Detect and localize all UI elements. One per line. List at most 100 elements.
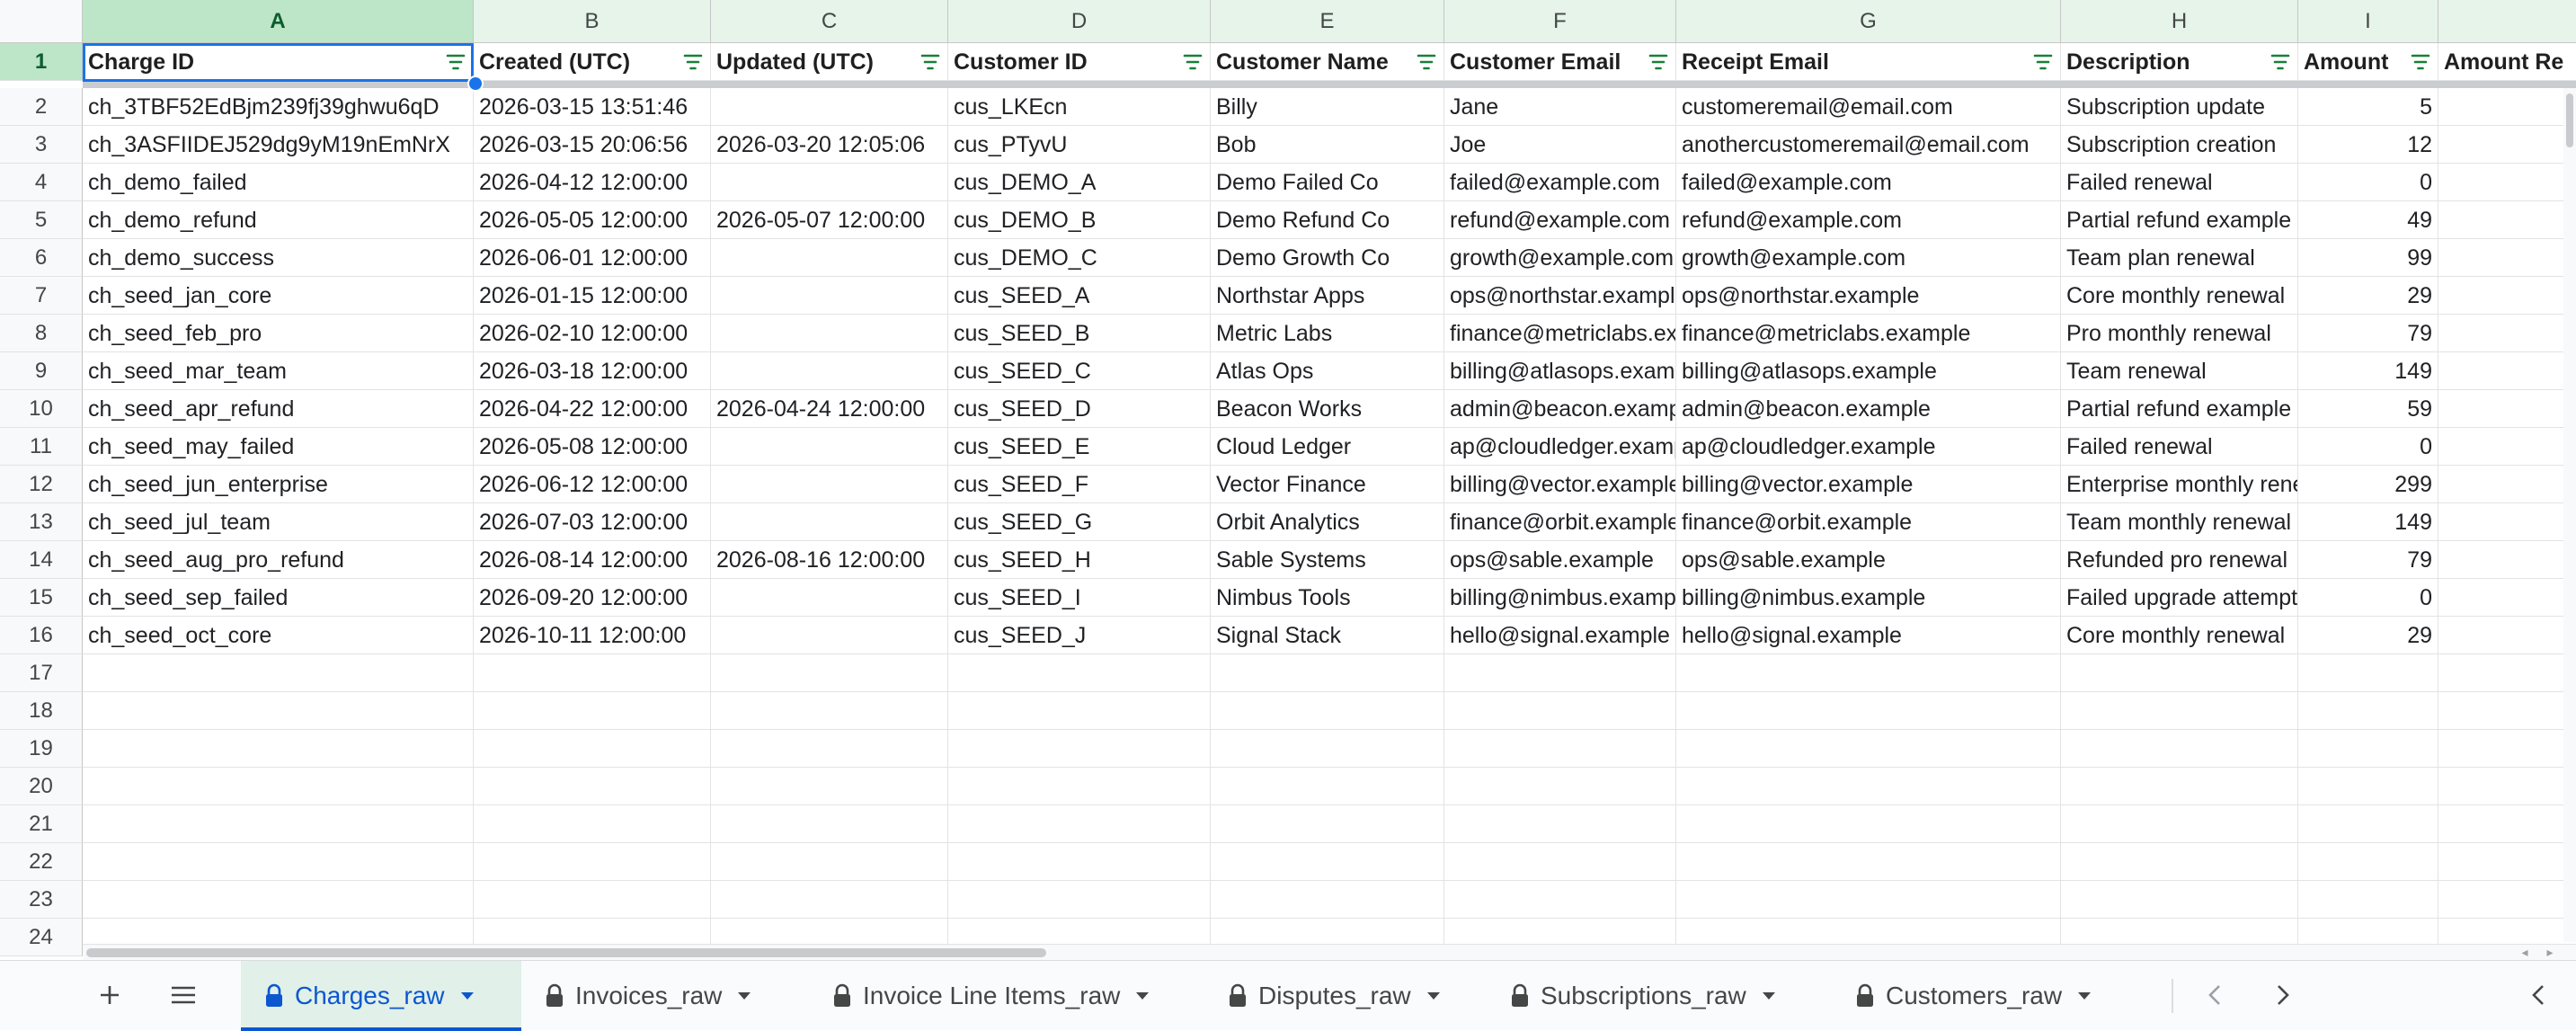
data-cell[interactable]: growth@example.com: [1676, 239, 2061, 277]
row-header-10[interactable]: 10: [0, 390, 83, 428]
data-cell[interactable]: 149: [2298, 503, 2438, 541]
row-header-11[interactable]: 11: [0, 428, 83, 466]
prev-sheet-button[interactable]: [2190, 970, 2240, 1020]
filter-icon[interactable]: [446, 53, 466, 71]
column-title-cell[interactable]: Updated (UTC): [711, 43, 948, 81]
empty-cell[interactable]: [1444, 881, 1676, 919]
data-cell[interactable]: Demo Failed Co: [1211, 164, 1444, 201]
empty-cell[interactable]: [948, 843, 1211, 881]
data-cell[interactable]: [2438, 88, 2576, 126]
data-cell[interactable]: [711, 315, 948, 352]
empty-cell[interactable]: [711, 843, 948, 881]
empty-cell[interactable]: [1211, 654, 1444, 692]
empty-cell[interactable]: [948, 654, 1211, 692]
empty-cell[interactable]: [1211, 768, 1444, 805]
data-cell[interactable]: 79: [2298, 541, 2438, 579]
column-title-cell[interactable]: Charge ID: [83, 43, 474, 81]
data-cell[interactable]: 2026-05-07 12:00:00: [711, 201, 948, 239]
data-cell[interactable]: [711, 466, 948, 503]
data-cell[interactable]: [2438, 617, 2576, 654]
column-title-cell[interactable]: Customer Name: [1211, 43, 1444, 81]
data-cell[interactable]: 59: [2298, 390, 2438, 428]
data-cell[interactable]: Enterprise monthly renewal: [2061, 466, 2298, 503]
data-cell[interactable]: 2026-04-12 12:00:00: [474, 164, 711, 201]
empty-cell[interactable]: [948, 768, 1211, 805]
add-sheet-button[interactable]: [84, 970, 135, 1020]
data-cell[interactable]: ch_seed_mar_team: [83, 352, 474, 390]
empty-cell[interactable]: [83, 654, 474, 692]
data-cell[interactable]: 299: [2298, 466, 2438, 503]
fill-handle[interactable]: [467, 76, 484, 92]
data-cell[interactable]: Joe: [1444, 126, 1676, 164]
data-cell[interactable]: Northstar Apps: [1211, 277, 1444, 315]
empty-cell[interactable]: [2061, 730, 2298, 768]
data-cell[interactable]: cus_DEMO_C: [948, 239, 1211, 277]
data-cell[interactable]: [2438, 239, 2576, 277]
empty-cell[interactable]: [711, 692, 948, 730]
data-cell[interactable]: ap@cloudledger.example: [1444, 428, 1676, 466]
data-cell[interactable]: ch_demo_success: [83, 239, 474, 277]
empty-cell[interactable]: [1444, 843, 1676, 881]
data-cell[interactable]: cus_SEED_F: [948, 466, 1211, 503]
data-cell[interactable]: ap@cloudledger.example: [1676, 428, 2061, 466]
horizontal-scrollbar[interactable]: [83, 944, 2576, 960]
empty-cell[interactable]: [711, 654, 948, 692]
data-cell[interactable]: [2438, 579, 2576, 617]
empty-cell[interactable]: [711, 881, 948, 919]
data-cell[interactable]: 2026-03-18 12:00:00: [474, 352, 711, 390]
empty-cell[interactable]: [1676, 768, 2061, 805]
empty-cell[interactable]: [83, 805, 474, 843]
data-cell[interactable]: ch_seed_jun_enterprise: [83, 466, 474, 503]
side-panel-toggle-button[interactable]: [2513, 970, 2563, 1020]
data-cell[interactable]: cus_DEMO_B: [948, 201, 1211, 239]
row-header-16[interactable]: 16: [0, 617, 83, 654]
filter-icon[interactable]: [2411, 53, 2430, 71]
empty-cell[interactable]: [1211, 805, 1444, 843]
data-cell[interactable]: Demo Refund Co: [1211, 201, 1444, 239]
empty-cell[interactable]: [2438, 692, 2576, 730]
data-cell[interactable]: ch_3TBF52EdBjm239fj39ghwu6qD: [83, 88, 474, 126]
next-sheet-button[interactable]: [2258, 970, 2308, 1020]
empty-cell[interactable]: [1444, 692, 1676, 730]
data-cell[interactable]: [711, 352, 948, 390]
data-cell[interactable]: finance@metriclabs.example: [1676, 315, 2061, 352]
data-cell[interactable]: 49: [2298, 201, 2438, 239]
data-cell[interactable]: billing@vector.example: [1676, 466, 2061, 503]
data-cell[interactable]: [2438, 277, 2576, 315]
data-cell[interactable]: ch_seed_oct_core: [83, 617, 474, 654]
column-header-b[interactable]: B: [474, 0, 711, 43]
data-cell[interactable]: 2026-04-24 12:00:00: [711, 390, 948, 428]
data-cell[interactable]: 79: [2298, 315, 2438, 352]
caret-down-icon[interactable]: [1136, 992, 1150, 1000]
data-cell[interactable]: cus_SEED_D: [948, 390, 1211, 428]
data-cell[interactable]: ops@northstar.example: [1676, 277, 2061, 315]
empty-cell[interactable]: [2061, 805, 2298, 843]
data-cell[interactable]: [2438, 352, 2576, 390]
data-cell[interactable]: billing@atlasops.example: [1444, 352, 1676, 390]
horizontal-scroll-thumb[interactable]: [86, 948, 1046, 957]
row-header-18[interactable]: 18: [0, 692, 83, 730]
data-cell[interactable]: Demo Growth Co: [1211, 239, 1444, 277]
data-cell[interactable]: Subscription update: [2061, 88, 2298, 126]
row-header-19[interactable]: 19: [0, 730, 83, 768]
data-cell[interactable]: refund@example.com: [1444, 201, 1676, 239]
data-cell[interactable]: Pro monthly renewal: [2061, 315, 2298, 352]
data-cell[interactable]: billing@vector.example: [1444, 466, 1676, 503]
row-header-13[interactable]: 13: [0, 503, 83, 541]
data-cell[interactable]: 0: [2298, 579, 2438, 617]
data-cell[interactable]: Bob: [1211, 126, 1444, 164]
empty-cell[interactable]: [1444, 654, 1676, 692]
column-header-i[interactable]: I: [2298, 0, 2438, 43]
data-cell[interactable]: cus_SEED_H: [948, 541, 1211, 579]
data-cell[interactable]: [2438, 503, 2576, 541]
data-cell[interactable]: anothercustomeremail@email.com: [1676, 126, 2061, 164]
data-cell[interactable]: [711, 503, 948, 541]
data-cell[interactable]: 2026-09-20 12:00:00: [474, 579, 711, 617]
data-cell[interactable]: cus_SEED_B: [948, 315, 1211, 352]
row-header-21[interactable]: 21: [0, 805, 83, 843]
column-header-g[interactable]: G: [1676, 0, 2061, 43]
data-cell[interactable]: Signal Stack: [1211, 617, 1444, 654]
data-cell[interactable]: Atlas Ops: [1211, 352, 1444, 390]
empty-cell[interactable]: [2438, 768, 2576, 805]
data-cell[interactable]: [711, 617, 948, 654]
